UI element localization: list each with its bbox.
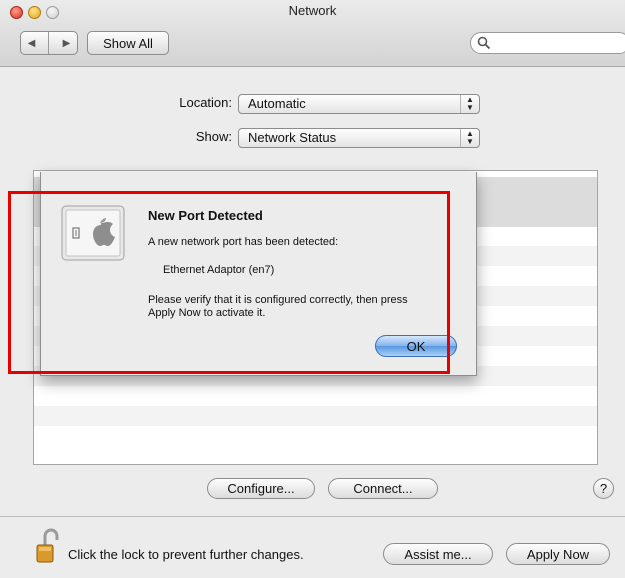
help-button[interactable]: ? [593,478,614,499]
network-preferences-window: Network ◀ ▶ Show All Location: Automatic… [0,0,625,578]
red-highlight-box [8,191,450,374]
configure-button[interactable]: Configure... [207,478,315,499]
footer-divider [0,516,625,517]
forward-arrow-icon[interactable]: ▶ [63,38,71,49]
show-value: Network Status [248,130,337,145]
search-icon [477,36,491,50]
show-popup[interactable]: Network Status ▲ ▼ [238,128,480,148]
location-value: Automatic [248,96,306,111]
back-arrow-icon[interactable]: ◀ [28,38,36,49]
title-bar: Network ◀ ▶ Show All [0,0,625,67]
back-forward-control: ◀ ▶ [20,31,78,55]
search-field[interactable] [470,32,625,54]
window-title: Network [288,3,337,18]
lock-icon[interactable] [36,528,60,564]
location-label: Location: [179,95,232,110]
popup-arrows-icon: ▲ ▼ [460,95,479,113]
show-label: Show: [195,129,232,144]
connect-button[interactable]: Connect... [328,478,438,499]
show-all-button[interactable]: Show All [87,31,169,55]
apply-now-button[interactable]: Apply Now [506,543,610,565]
list-row [34,406,597,426]
popup-arrows-icon: ▲ ▼ [460,129,479,147]
segment-divider [48,32,50,54]
location-popup[interactable]: Automatic ▲ ▼ [238,94,480,114]
assist-me-button[interactable]: Assist me... [383,543,493,565]
lock-message: Click the lock to prevent further change… [68,547,304,562]
